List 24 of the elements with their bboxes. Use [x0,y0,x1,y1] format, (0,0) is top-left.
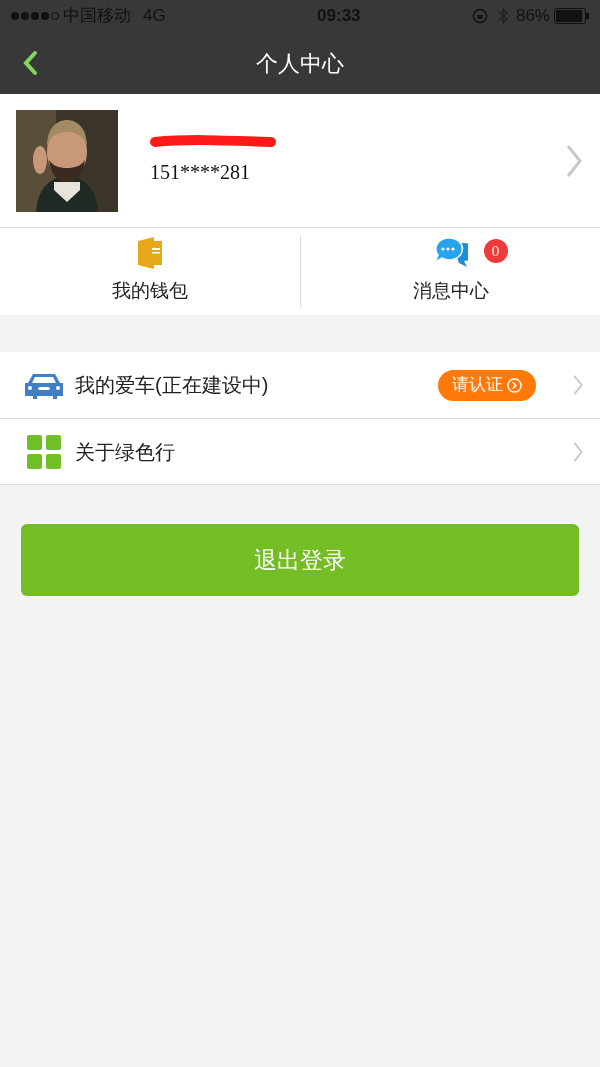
page-title: 个人中心 [256,49,344,78]
chevron-circle-icon [507,377,522,393]
shortcut-tile[interactable]: 0 消息中心 [300,236,600,307]
profile-card[interactable]: 151****281 [0,94,600,228]
wallet-icon [136,237,164,270]
menu-label: 关于绿色行 [75,439,175,465]
grid-icon [27,434,61,469]
chevron-right-icon [572,440,584,463]
shortcut-tile[interactable]: 我的钱包 [0,228,300,315]
count-badge: 0 [483,239,508,264]
chat-bubbles-icon [433,237,468,270]
signal-icon [10,11,60,21]
phone-number: 151****281 [150,159,251,185]
car-icon [25,371,63,399]
shortcut-label: 我的钱包 [112,279,188,304]
rotation-lock-icon [471,8,488,24]
shortcut-label: 消息中心 [412,279,489,304]
chevron-right-icon [572,374,584,396]
menu-row[interactable]: 我的爱车(正在建设中) 请认证 [0,352,600,418]
back-icon [22,50,38,76]
battery-icon [554,8,590,24]
menu-label: 我的爱车(正在建设中) [75,373,269,398]
menu-row[interactable]: 关于绿色行 [0,418,600,484]
chevron-right-icon [564,142,584,179]
